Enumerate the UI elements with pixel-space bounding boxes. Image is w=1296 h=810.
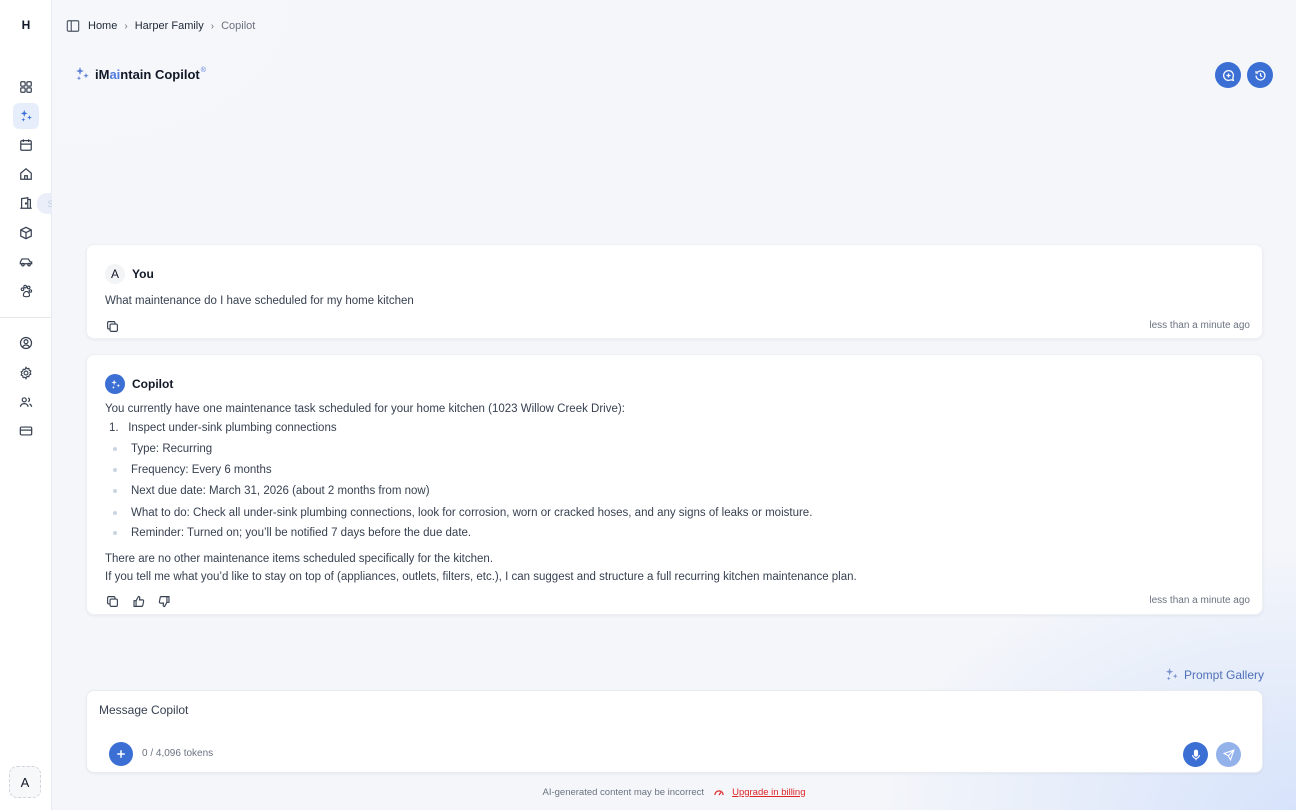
message-author: You: [132, 267, 154, 281]
token-count: 0 / 4,096 tokens: [142, 748, 214, 759]
attach-button[interactable]: [109, 742, 133, 766]
sidebar-toggle-icon[interactable]: [66, 19, 80, 33]
sidebar-item-home[interactable]: [13, 161, 39, 187]
new-chat-icon: [1222, 69, 1234, 81]
sidebar-divider: [0, 317, 52, 318]
sidebar-item-members[interactable]: [13, 389, 39, 415]
thumbs-up-button[interactable]: [130, 593, 146, 609]
history-button[interactable]: [1247, 62, 1273, 88]
car-icon: [19, 258, 33, 267]
message-composer: 0 / 4,096 tokens: [86, 690, 1263, 773]
avatar: A: [105, 264, 125, 284]
workspace-logo[interactable]: H: [0, 18, 52, 32]
title-ai: ai: [109, 66, 121, 82]
gear-icon: [20, 366, 32, 380]
dashboard-icon: [20, 81, 32, 93]
sparkle-icon: [1165, 667, 1178, 681]
chevron-right-icon: ›: [124, 20, 128, 32]
title-prefix: iM: [95, 66, 110, 82]
sidebar-item-billing[interactable]: [13, 418, 39, 444]
sidebar-item-pets[interactable]: [13, 278, 39, 304]
page-title: iM ai ntain Copilot ®: [74, 66, 206, 82]
thumbs-down-button[interactable]: [156, 593, 172, 609]
prompt-gallery-label: Prompt Gallery: [1183, 667, 1264, 682]
users-icon: [19, 397, 33, 407]
pet-icon: [20, 284, 33, 298]
message-header: Copilot: [105, 374, 173, 394]
copilot-sparkle-icon: [110, 379, 120, 389]
footer: AI-generated content may be incorrect Up…: [52, 786, 1296, 798]
breadcrumb-home[interactable]: Home: [88, 20, 117, 32]
registered-mark: ®: [200, 66, 206, 74]
list-item: Next due date: March 31, 2026 (about 2 m…: [113, 485, 430, 497]
user-message-card: A You What maintenance do I have schedul…: [86, 244, 1263, 339]
breadcrumb-current: Copilot: [221, 20, 256, 32]
sidebar-item-profile[interactable]: [13, 330, 39, 356]
breadcrumb: Home › Harper Family › Copilot: [66, 18, 255, 34]
chevron-right-icon: ›: [210, 20, 215, 32]
message-input[interactable]: [99, 703, 1099, 717]
copy-button[interactable]: [104, 318, 120, 334]
voice-input-button[interactable]: [1183, 742, 1208, 767]
sidebar-item-vehicles[interactable]: [13, 249, 39, 275]
sidebar-item-items[interactable]: [13, 220, 39, 246]
message-text: What maintenance do I have scheduled for…: [105, 295, 414, 307]
breadcrumb-family[interactable]: Harper Family: [135, 20, 204, 32]
copilot-sparkle-icon: [76, 67, 89, 81]
task-title: Inspect under-sink plumbing connections: [128, 422, 337, 434]
thumbs-up-icon: [132, 595, 144, 607]
calendar-icon: [20, 139, 32, 151]
main-content: Home › Harper Family › Copilot iM ai ntain…: [52, 0, 1296, 810]
sidebar-item-spaces[interactable]: [13, 190, 39, 216]
user-circle-icon: [19, 336, 33, 350]
sidebar-item-settings[interactable]: [13, 360, 39, 386]
message-outro: There are no other maintenance items sch…: [105, 553, 494, 565]
upgrade-billing-link[interactable]: Upgrade in billing: [732, 787, 805, 798]
send-button[interactable]: [1216, 742, 1241, 767]
list-item: 1. Inspect under-sink plumbing connectio…: [109, 422, 337, 434]
send-icon: [1222, 748, 1235, 761]
spaces-icon: [20, 197, 32, 209]
copilot-message-card: Copilot You currently have one maintenan…: [86, 354, 1263, 615]
box-icon: [20, 226, 32, 240]
copy-icon: [106, 320, 118, 332]
message-timestamp: less than a minute ago: [1149, 320, 1250, 331]
user-avatar[interactable]: A: [9, 766, 41, 798]
message-timestamp: less than a minute ago: [1149, 595, 1250, 606]
sidebar-item-copilot[interactable]: [13, 103, 39, 129]
copilot-icon: [20, 109, 32, 122]
message-intro: You currently have one maintenance task …: [105, 403, 625, 415]
list-item: What to do: Check all under-sink plumbin…: [113, 507, 812, 519]
copy-button[interactable]: [104, 593, 120, 609]
copy-icon: [106, 595, 118, 607]
list-item: Type: Recurring: [113, 443, 212, 455]
microphone-icon: [1191, 749, 1200, 760]
sidebar-item-calendar[interactable]: [13, 132, 39, 158]
plus-icon: [117, 750, 125, 758]
list-number: 1.: [109, 422, 119, 434]
gauge-icon: [714, 790, 724, 796]
history-icon: [1254, 69, 1266, 81]
sidebar: H Spaces A: [0, 0, 88, 810]
home-icon: [20, 167, 32, 180]
copilot-avatar: [105, 374, 125, 394]
message-header: A You: [105, 264, 154, 284]
ai-disclaimer: AI-generated content may be incorrect: [542, 786, 705, 798]
list-item: Reminder: Turned on; you’ll be notified …: [113, 527, 471, 539]
message-author: Copilot: [132, 377, 174, 391]
list-item: Frequency: Every 6 months: [113, 464, 272, 476]
sidebar-item-dashboard[interactable]: [13, 74, 39, 100]
prompt-gallery-button[interactable]: Prompt Gallery: [1164, 667, 1264, 682]
credit-card-icon: [19, 426, 33, 436]
new-chat-button[interactable]: [1215, 62, 1241, 88]
message-outro: If you tell me what you’d like to stay o…: [105, 571, 857, 583]
thumbs-down-icon: [158, 595, 170, 607]
title-suffix: ntain Copilot: [120, 66, 200, 82]
